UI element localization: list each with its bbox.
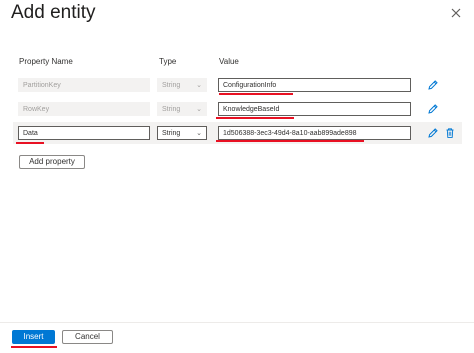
type-dropdown[interactable]: String ⌄ [157, 126, 207, 140]
column-header-property-name: Property Name [19, 57, 73, 66]
property-name-field[interactable]: Data [18, 126, 150, 140]
chevron-down-icon: ⌄ [196, 82, 202, 89]
pencil-icon[interactable] [427, 79, 439, 91]
footer-divider [0, 322, 474, 323]
column-header-type: Type [159, 57, 177, 66]
value-field[interactable]: ConfigurationInfo [218, 78, 411, 92]
insert-button[interactable]: Insert [12, 330, 55, 344]
highlight-underline [216, 140, 364, 142]
chevron-down-icon: ⌄ [196, 106, 202, 113]
highlight-underline [216, 117, 294, 119]
close-icon[interactable] [449, 6, 463, 20]
value-field[interactable]: KnowledgeBaseId [218, 102, 411, 116]
type-dropdown: String ⌄ [157, 78, 207, 92]
column-header-value: Value [219, 57, 239, 66]
cancel-button[interactable]: Cancel [62, 330, 113, 344]
add-property-button[interactable]: Add property [19, 155, 85, 169]
highlight-underline [16, 142, 44, 144]
dialog-title: Add entity [11, 2, 96, 23]
trash-icon[interactable] [444, 127, 456, 139]
type-dropdown-value: String [162, 82, 181, 89]
type-dropdown-value: String [162, 106, 181, 113]
property-name-field: RowKey [18, 102, 150, 116]
highlight-underline [219, 93, 293, 95]
pencil-icon[interactable] [427, 103, 439, 115]
highlight-underline [11, 346, 57, 348]
property-name-field: PartitionKey [18, 78, 150, 92]
chevron-down-icon: ⌄ [196, 130, 202, 137]
type-dropdown: String ⌄ [157, 102, 207, 116]
pencil-icon[interactable] [427, 127, 439, 139]
value-field[interactable]: 1d506388-3ec3-49d4-8a10-aab899ade898 [218, 126, 411, 140]
type-dropdown-value: String [162, 130, 181, 137]
